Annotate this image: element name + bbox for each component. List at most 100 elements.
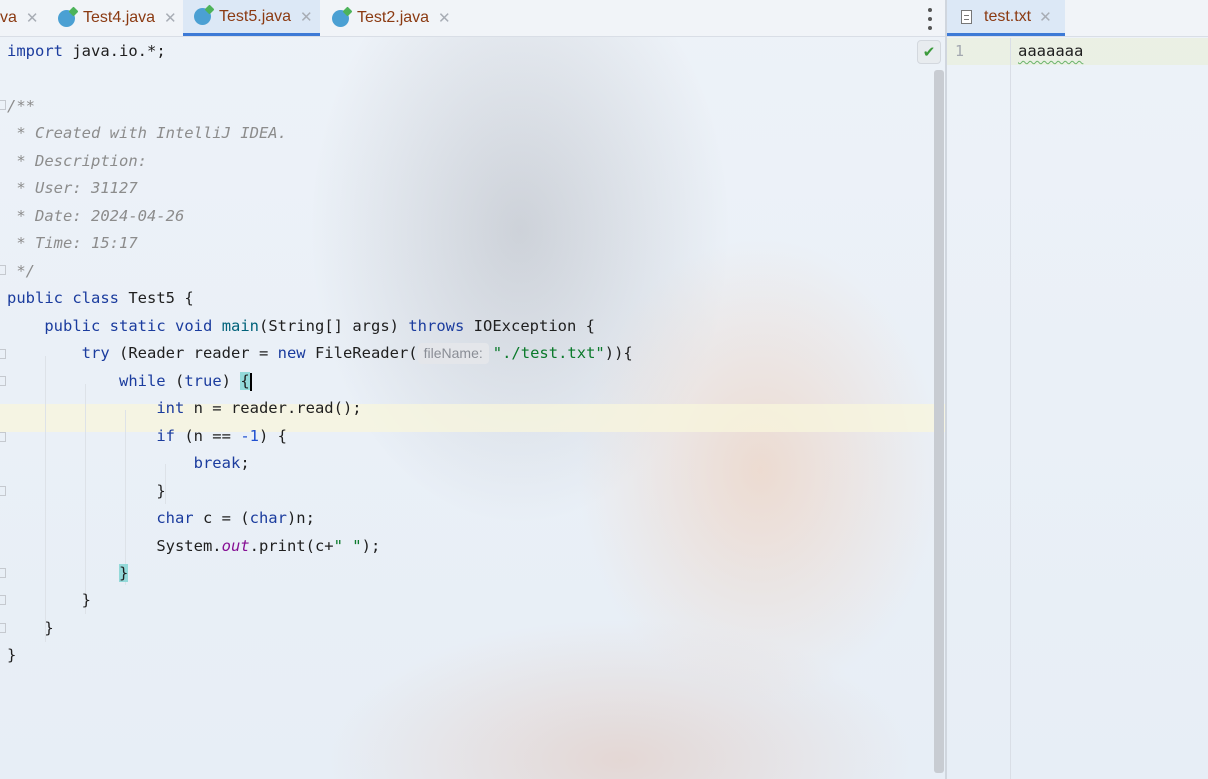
code-line-comment: * Created with IntelliJ IDEA. <box>7 124 287 142</box>
keyword: static <box>109 317 166 335</box>
keyword: while <box>118 372 166 390</box>
matched-brace: } <box>118 564 129 582</box>
code-line-comment: * Date: 2024-04-26 <box>7 207 185 225</box>
tab-label: Test5.java <box>219 7 292 25</box>
code-text: .print(c+ <box>249 537 334 555</box>
keyword: char <box>156 509 194 527</box>
code-text: java.io.*; <box>63 42 166 60</box>
gutter-divider <box>1010 38 1011 779</box>
code-line-close-class: } <box>7 642 16 669</box>
code-line-print: System.out.print(c+" "); <box>7 533 380 560</box>
code-line-class-decl: public class Test5 { <box>7 285 194 312</box>
close-icon[interactable]: ✕ <box>438 9 451 27</box>
code-line-comment-close: */ <box>7 262 35 280</box>
fold-marker-icon[interactable] <box>0 623 6 633</box>
method-name: main <box>221 317 260 335</box>
code-line-comment: * User: 31127 <box>7 179 138 197</box>
line-number: 1 <box>955 42 965 60</box>
code-line-main-decl: public static void main(String[] args) t… <box>7 313 595 340</box>
code-text: } <box>7 646 17 664</box>
close-icon[interactable]: ✕ <box>300 8 313 26</box>
matched-brace: { <box>240 372 250 390</box>
keyword: throws <box>408 317 465 335</box>
tab-label: test.txt <box>984 7 1032 25</box>
editor-split-divider[interactable] <box>945 0 947 779</box>
close-icon[interactable]: ✕ <box>26 9 39 27</box>
fold-marker-icon[interactable] <box>0 376 6 386</box>
code-text: )n; <box>286 509 315 527</box>
string-literal: "./test.txt" <box>492 344 605 362</box>
code-text: } <box>156 482 166 500</box>
fold-marker-icon[interactable] <box>0 568 6 578</box>
keyword: void <box>175 317 213 335</box>
static-field: out <box>221 537 250 555</box>
code-text: c = ( <box>193 509 250 527</box>
code-line-if: if (n == -1) { <box>7 423 287 450</box>
code-line-close-try: } <box>7 587 91 614</box>
inspection-ok-check-icon[interactable]: ✔ <box>917 40 941 64</box>
tab-test-txt[interactable]: test.txt ✕ <box>947 0 1065 36</box>
text-file-icon <box>961 9 972 24</box>
code-text: IOException { <box>464 317 595 335</box>
fold-marker-icon[interactable] <box>0 486 6 496</box>
code-text: } <box>81 591 91 609</box>
close-icon[interactable]: ✕ <box>164 9 177 27</box>
keyword: import <box>7 42 63 60</box>
tab-label: Test2.java <box>357 9 430 26</box>
code-text: n = reader.read(); <box>184 399 362 417</box>
tab-test5-java[interactable]: Test5.java ✕ <box>183 0 320 36</box>
code-text: ; <box>240 454 250 472</box>
keyword: int <box>156 399 185 417</box>
code-line-close-main: } <box>7 615 54 642</box>
number-literal: -1 <box>240 427 259 445</box>
java-class-icon <box>332 9 349 27</box>
tab-partial-java[interactable]: va ✕ <box>0 0 44 36</box>
code-text: )){ <box>604 344 633 362</box>
fold-marker-icon[interactable] <box>0 265 6 275</box>
fold-marker-icon[interactable] <box>0 595 6 605</box>
more-tabs-kebab-icon[interactable] <box>924 8 936 30</box>
code-text: (n == <box>174 427 241 445</box>
code-text: FileReader( <box>305 344 418 362</box>
tab-label: va <box>0 9 17 26</box>
code-text: ( <box>165 372 185 390</box>
code-line-close-if: } <box>7 478 166 505</box>
code-text: ); <box>361 537 381 555</box>
code-text: } <box>44 619 54 637</box>
keyword: class <box>72 289 120 307</box>
code-line-char: char c = (char)n; <box>7 505 315 532</box>
code-line-try: try (Reader reader = new FileReader(file… <box>7 340 633 367</box>
keyword: break <box>193 454 241 472</box>
text-file-content[interactable]: aaaaaaa <box>1018 38 1083 65</box>
keyword: try <box>81 344 110 362</box>
keyword: char <box>249 509 287 527</box>
code-text: Test5 { <box>119 289 194 307</box>
java-class-icon <box>58 9 75 27</box>
code-text: ) { <box>258 427 287 445</box>
fold-marker-icon[interactable] <box>0 349 6 359</box>
keyword: public <box>7 289 63 307</box>
parameter-hint: fileName: <box>417 343 489 364</box>
code-line-comment-open: /** <box>7 97 35 115</box>
keyword: new <box>277 344 306 362</box>
code-text: System. <box>156 537 222 555</box>
code-line-close-while: } <box>7 560 129 587</box>
code-line-while: while (true) { <box>7 368 252 395</box>
fold-marker-icon[interactable] <box>0 100 6 110</box>
fold-marker-icon[interactable] <box>0 432 6 442</box>
code-text: (String[] args) <box>259 317 409 335</box>
editor-tab-bar: va ✕ Test4.java ✕ Test5.java ✕ Test2.jav… <box>0 0 945 37</box>
code-line-break: break; <box>7 450 250 477</box>
java-class-icon <box>194 8 211 25</box>
code-text: ) <box>221 372 241 390</box>
tab-test4-java[interactable]: Test4.java ✕ <box>47 0 181 36</box>
code-line-comment: * Description: <box>7 152 147 170</box>
tab-test2-java[interactable]: Test2.java ✕ <box>321 0 456 36</box>
close-icon[interactable]: ✕ <box>1039 8 1052 26</box>
string-literal: " " <box>333 537 362 555</box>
code-line-import: import java.io.*; <box>7 38 166 65</box>
keyword: public <box>44 317 101 335</box>
tab-label: Test4.java <box>83 9 156 26</box>
keyword: if <box>156 427 175 445</box>
vertical-scrollbar[interactable] <box>934 70 944 773</box>
